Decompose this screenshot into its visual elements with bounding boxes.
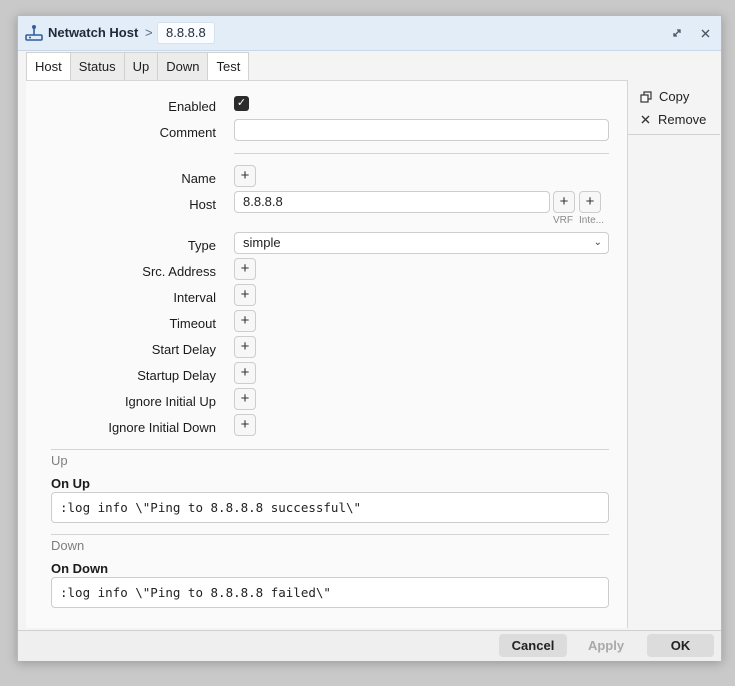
name-add-button[interactable]: + [234, 165, 256, 187]
src-address-add-button[interactable]: + [234, 258, 256, 280]
src-address-row: Src. Address + [26, 258, 627, 284]
down-section-divider [51, 534, 609, 535]
interval-row: Interval + [26, 284, 627, 310]
comment-label: Comment [159, 125, 216, 140]
window-title: Netwatch Host [48, 25, 139, 40]
side-actions: Copy Remove [628, 80, 720, 630]
apply-button[interactable]: Apply [573, 634, 639, 657]
on-up-script-input[interactable]: :log info \"Ping to 8.8.8.8 successful\" [51, 492, 609, 523]
ignore-initial-down-add-button[interactable]: + [234, 414, 256, 436]
copy-label: Copy [659, 89, 690, 104]
startup-delay-row: Startup Delay + [26, 362, 627, 388]
host-chip: 8.8.8.8 [157, 22, 215, 44]
ignore-initial-down-row: Ignore Initial Down + [26, 414, 627, 440]
on-down-label: On Down [51, 561, 109, 576]
ignore-initial-up-row: Ignore Initial Up + [26, 388, 627, 414]
on-up-label: On Up [51, 476, 90, 491]
name-row: Name + [26, 165, 627, 191]
timeout-label: Timeout [169, 316, 216, 331]
down-section-title: Down [51, 538, 85, 553]
netwatch-icon [25, 25, 43, 41]
tab-status[interactable]: Status [69, 52, 125, 81]
tab-up[interactable]: Up [123, 52, 159, 81]
remove-button[interactable]: Remove [640, 112, 706, 127]
title-bar: Netwatch Host > 8.8.8.8 [18, 16, 721, 51]
timeout-add-button[interactable]: + [234, 310, 256, 332]
close-icon[interactable] [696, 24, 714, 42]
src-address-label: Src. Address [142, 264, 216, 279]
host-row: Host 8.8.8.8 + + [26, 191, 627, 217]
tab-bar: Host Status Up Down Test [26, 52, 250, 81]
ignore-initial-up-label: Ignore Initial Up [124, 394, 216, 409]
tab-test[interactable]: Test [207, 52, 250, 81]
cancel-button[interactable]: Cancel [499, 634, 567, 657]
remove-icon [641, 115, 650, 124]
copy-icon [640, 90, 652, 103]
interface-sublabel: Inte... [579, 215, 605, 226]
name-label: Name [181, 171, 216, 186]
up-section-title: Up [51, 453, 68, 468]
type-value: simple [243, 235, 281, 250]
interval-add-button[interactable]: + [234, 284, 256, 306]
startup-delay-add-button[interactable]: + [234, 362, 256, 384]
host-input[interactable]: 8.8.8.8 [234, 191, 550, 213]
start-delay-add-button[interactable]: + [234, 336, 256, 358]
interval-label: Interval [173, 290, 216, 305]
host-label: Host [189, 197, 216, 212]
enabled-label: Enabled [168, 99, 216, 114]
side-divider [628, 134, 720, 135]
startup-delay-label: Startup Delay [137, 368, 216, 383]
enabled-checkbox[interactable]: ✓ [234, 96, 249, 111]
ignore-initial-down-label: Ignore Initial Down [108, 420, 216, 435]
comment-row: Comment [26, 119, 627, 145]
restore-icon[interactable] [668, 24, 686, 42]
tab-host[interactable]: Host [26, 52, 71, 81]
chevron-down-icon: ⌄ [593, 237, 602, 248]
up-section-divider [51, 449, 609, 450]
interface-add-button[interactable]: + [579, 191, 601, 213]
divider [234, 153, 609, 154]
start-delay-row: Start Delay + [26, 336, 627, 362]
copy-button[interactable]: Copy [640, 89, 689, 104]
vrf-sublabel: VRF [553, 215, 573, 226]
timeout-row: Timeout + [26, 310, 627, 336]
on-down-script-input[interactable]: :log info \"Ping to 8.8.8.8 failed\" [51, 577, 609, 608]
breadcrumb-separator: > [145, 25, 153, 40]
vrf-add-button[interactable]: + [553, 191, 575, 213]
dialog-footer: Cancel Apply OK [18, 630, 721, 661]
netwatch-window: Netwatch Host > 8.8.8.8 Host Status Up D… [17, 15, 722, 661]
enabled-row: Enabled ✓ [26, 93, 627, 119]
type-label: Type [187, 238, 216, 253]
remove-label: Remove [658, 112, 707, 127]
ok-button[interactable]: OK [647, 634, 714, 657]
host-form: Enabled ✓ Comment Name + Host 8.8.8.8 + … [26, 80, 628, 628]
comment-input[interactable] [234, 119, 609, 141]
ignore-initial-up-add-button[interactable]: + [234, 388, 256, 410]
tab-down[interactable]: Down [157, 52, 209, 81]
start-delay-label: Start Delay [151, 342, 216, 357]
type-row: Type simple ⌄ [26, 232, 627, 258]
type-select[interactable]: simple ⌄ [234, 232, 609, 254]
